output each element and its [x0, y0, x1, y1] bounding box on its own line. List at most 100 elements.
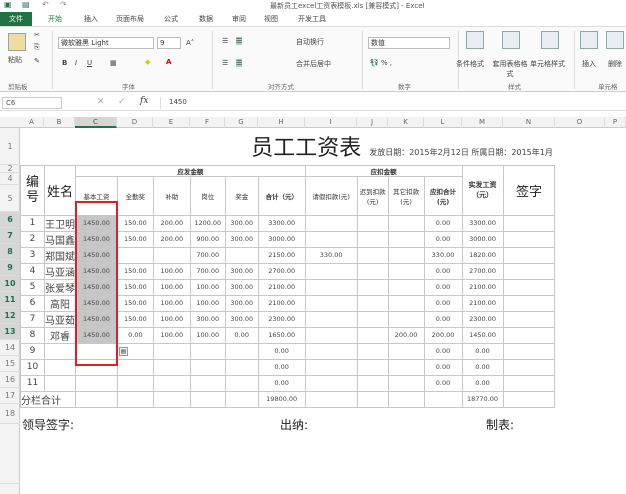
employee-no[interactable]: 3 — [20, 246, 45, 264]
cell[interactable] — [555, 247, 605, 263]
subheader[interactable]: 请假扣款(元) — [304, 175, 358, 216]
allowance[interactable] — [152, 374, 191, 392]
signature-cell[interactable] — [502, 278, 556, 296]
bonus[interactable]: 300.00 — [224, 214, 259, 232]
cut-icon[interactable]: ✂ — [34, 31, 40, 39]
cell[interactable] — [605, 231, 626, 247]
row-header[interactable]: 10 — [0, 276, 20, 292]
deduction-total[interactable]: 0.00 — [423, 262, 463, 280]
leave-deduction[interactable] — [304, 342, 358, 360]
late-deduction[interactable] — [356, 358, 389, 376]
delete-cells-button[interactable]: 删除 — [608, 59, 622, 69]
net-pay[interactable]: 2100.00 — [461, 294, 504, 312]
employee-no[interactable]: 7 — [20, 310, 45, 328]
employee-name[interactable]: 马国鑫 — [43, 230, 76, 248]
other-deduction[interactable] — [387, 310, 425, 328]
payable-total[interactable]: 2100.00 — [257, 294, 306, 312]
allowance[interactable]: 100.00 — [152, 326, 191, 344]
attendance-bonus[interactable]: 150.00 — [116, 214, 154, 232]
row-header[interactable]: 11 — [0, 292, 20, 308]
row-header[interactable]: 16 — [0, 372, 20, 388]
name-box[interactable]: C6 — [2, 97, 62, 109]
column-header[interactable]: O — [555, 117, 605, 128]
column-header[interactable]: M — [462, 117, 503, 128]
wrap-text-button[interactable]: 自动换行 — [296, 37, 324, 47]
column-header[interactable]: P — [605, 117, 626, 128]
other-deduction[interactable] — [387, 214, 425, 232]
column-header[interactable]: E — [153, 117, 190, 128]
cell[interactable] — [605, 391, 626, 407]
attendance-bonus[interactable] — [116, 374, 154, 392]
net-pay[interactable]: 1450.00 — [461, 326, 504, 344]
tab-home[interactable]: 开始 — [48, 14, 62, 24]
paste-button[interactable]: 粘贴 — [8, 55, 22, 65]
column-header[interactable]: J — [357, 117, 388, 128]
align-left-icon[interactable]: ☰ — [222, 59, 228, 67]
signature-cell[interactable] — [502, 246, 556, 264]
other-deduction[interactable] — [387, 246, 425, 264]
other-deduction[interactable] — [387, 230, 425, 248]
other-deduction[interactable] — [387, 262, 425, 280]
tab-insert[interactable]: 插入 — [84, 14, 98, 24]
attendance-bonus[interactable]: 150.00 — [116, 310, 154, 328]
employee-name[interactable]: 邓睿 — [43, 326, 76, 344]
leave-deduction[interactable] — [304, 326, 358, 344]
row-header[interactable]: 8 — [0, 244, 20, 260]
other-deduction[interactable]: 200.00 — [387, 326, 425, 344]
grow-font-icon[interactable]: A˄ — [186, 39, 194, 47]
bonus[interactable] — [224, 246, 259, 264]
cell[interactable] — [555, 231, 605, 247]
row-header[interactable]: 17 — [0, 388, 20, 404]
header-signature[interactable]: 签字 — [502, 164, 556, 216]
signature-cell[interactable] — [502, 294, 556, 312]
subtotal-payable[interactable]: 19800.00 — [257, 390, 306, 408]
cell[interactable] — [555, 359, 605, 375]
tab-developer[interactable]: 开发工具 — [298, 14, 326, 24]
row-header[interactable]: 7 — [0, 228, 20, 244]
cell[interactable] — [555, 391, 605, 407]
employee-name[interactable]: 马亚茹 — [43, 310, 76, 328]
merge-center-button[interactable]: 合并后居中 — [296, 59, 331, 69]
signature-cell[interactable] — [502, 214, 556, 232]
payable-total[interactable]: 3000.00 — [257, 230, 306, 248]
deduction-total[interactable]: 0.00 — [423, 278, 463, 296]
cell[interactable] — [304, 390, 358, 408]
row-header[interactable]: 1 — [0, 128, 20, 165]
late-deduction[interactable] — [356, 246, 389, 264]
cell[interactable] — [555, 295, 605, 311]
net-pay[interactable]: 0.00 — [461, 358, 504, 376]
subheader[interactable]: 应扣合计(元) — [423, 175, 463, 216]
cell[interactable] — [605, 375, 626, 391]
tab-view[interactable]: 视图 — [264, 14, 278, 24]
employee-name[interactable] — [43, 374, 76, 392]
net-pay[interactable]: 3000.00 — [461, 230, 504, 248]
other-deduction[interactable] — [387, 278, 425, 296]
payable-total[interactable]: 0.00 — [257, 342, 306, 360]
row-header[interactable]: 14 — [0, 340, 20, 356]
base-salary[interactable]: 1450.00 — [74, 230, 118, 248]
late-deduction[interactable] — [356, 278, 389, 296]
align-top-icon[interactable]: ☰ — [222, 37, 228, 45]
other-deduction[interactable] — [387, 358, 425, 376]
subheader[interactable]: 合计（元） — [257, 175, 306, 216]
leave-deduction[interactable]: 330.00 — [304, 246, 358, 264]
title-row[interactable]: 员工工资表 发放日期：2015年2月12日 所属日期：2015年1月 — [251, 128, 619, 165]
bonus[interactable]: 300.00 — [224, 230, 259, 248]
attendance-bonus[interactable]: 0.00 — [116, 326, 154, 344]
align-center-icon[interactable]: ☰ — [236, 59, 243, 67]
leave-deduction[interactable] — [304, 294, 358, 312]
attendance-bonus[interactable] — [116, 246, 154, 264]
header-deduct[interactable]: 应扣金额 — [304, 164, 463, 177]
late-deduction[interactable] — [356, 310, 389, 328]
allowance[interactable] — [152, 358, 191, 376]
tab-page-layout[interactable]: 页面布局 — [116, 14, 144, 24]
row-header[interactable] — [0, 424, 20, 484]
base-salary[interactable] — [74, 358, 118, 376]
deduction-total[interactable]: 200.00 — [423, 326, 463, 344]
bonus[interactable]: 0.00 — [224, 326, 259, 344]
tab-data[interactable]: 数据 — [199, 14, 213, 24]
position-pay[interactable]: 100.00 — [189, 278, 226, 296]
leave-deduction[interactable] — [304, 374, 358, 392]
bonus[interactable]: 300.00 — [224, 262, 259, 280]
row-header[interactable]: 6 — [0, 212, 20, 228]
